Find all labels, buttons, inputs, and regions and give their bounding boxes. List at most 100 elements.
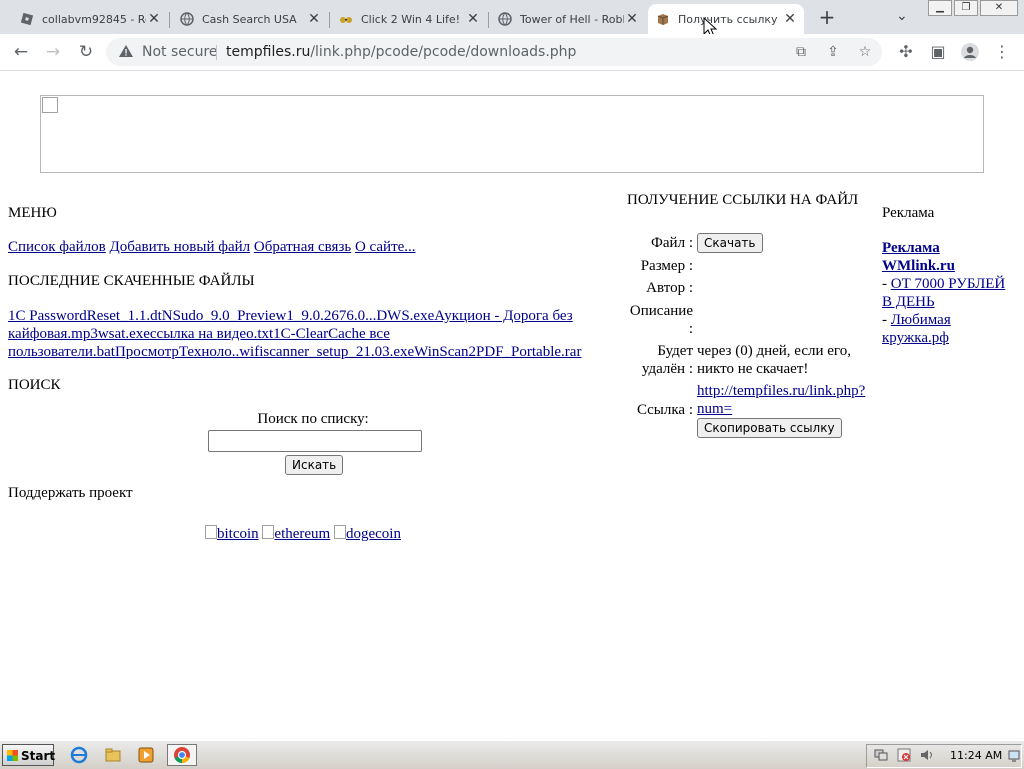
- ad-link-mug[interactable]: Любимая кружка.рф: [882, 312, 951, 346]
- close-icon[interactable]: ✕: [465, 11, 481, 27]
- security-alert-icon[interactable]: [897, 747, 911, 762]
- restore-button[interactable]: ❐: [954, 0, 978, 16]
- description-label: Описание:: [626, 302, 693, 338]
- folder-icon[interactable]: [104, 746, 122, 764]
- dogecoin-link[interactable]: dogecoin: [333, 525, 401, 542]
- globe-icon: [180, 12, 194, 26]
- ethereum-link[interactable]: ethereum: [262, 525, 330, 542]
- ad-link-7000[interactable]: ОТ 7000 РУБЛЕЙ В ДЕНЬ: [882, 276, 1005, 310]
- link-label: Ссылка :: [636, 402, 693, 418]
- box-icon: [656, 12, 670, 26]
- menu-kebab-icon[interactable]: ⋮: [991, 41, 1013, 63]
- copy-link-button[interactable]: Скопировать ссылку: [697, 418, 842, 438]
- wmlink-line: Реклама: [882, 240, 940, 256]
- tab-cash-search[interactable]: Cash Search USA ✕: [172, 4, 328, 34]
- security-label[interactable]: Not secure: [142, 44, 218, 60]
- network-icon[interactable]: [874, 747, 888, 761]
- glasses-icon: [339, 12, 353, 26]
- reload-button[interactable]: ↻: [75, 41, 97, 63]
- show-desktop-icon[interactable]: [1008, 748, 1020, 762]
- file-link-line: num=: [697, 401, 733, 417]
- broken-image-icon: [333, 525, 346, 539]
- volume-icon[interactable]: [920, 747, 934, 761]
- browser-toolbar: ← → ↻ Not secure tempfiles.ru/link.php/p…: [0, 34, 1024, 71]
- share-icon[interactable]: ⇪: [824, 43, 842, 61]
- delete-value-line: никто не скачает!: [697, 361, 809, 377]
- back-button[interactable]: ←: [10, 41, 32, 63]
- file-label: Файл :: [651, 235, 693, 251]
- search-button[interactable]: Искать: [285, 455, 344, 475]
- tab-title: collabvm92845 - Ro: [42, 12, 146, 26]
- url-text[interactable]: tempfiles.ru/link.php/pcode/pcode/downlo…: [226, 44, 576, 60]
- taskbar: Start 11:24 AM: [0, 740, 1024, 769]
- tab-separator: [169, 12, 170, 28]
- search-input[interactable]: [208, 430, 422, 452]
- search-title: ПОИСК: [8, 377, 61, 393]
- start-label: Start: [21, 749, 56, 763]
- chrome-taskbar-button[interactable]: [167, 744, 197, 766]
- close-icon[interactable]: ✕: [306, 11, 322, 27]
- delete-value-line: через (0) дней, если его,: [697, 343, 851, 359]
- link-file-list[interactable]: Список файлов: [8, 239, 106, 255]
- recent-files-line[interactable]: пользователи.batПросмотрТехноло..wifisca…: [8, 344, 581, 360]
- file-link-line: http://tempfiles.ru/link.php?: [697, 383, 866, 399]
- broken-image-icon: [42, 97, 58, 113]
- extensions-icon[interactable]: ✣: [895, 41, 917, 63]
- close-icon[interactable]: ✕: [782, 11, 798, 27]
- globe-icon: [498, 12, 512, 26]
- windows-logo-icon: [7, 750, 18, 761]
- profile-avatar-icon[interactable]: [959, 41, 981, 63]
- internet-explorer-icon[interactable]: [70, 746, 88, 764]
- bookmark-star-icon[interactable]: ☆: [856, 43, 874, 61]
- translate-icon[interactable]: ⧉: [792, 43, 810, 61]
- donation-links: bitcoin ethereum dogecoin: [205, 525, 401, 543]
- tab-search-icon[interactable]: ⌄: [896, 8, 908, 24]
- ad-item: - ОТ 7000 РУБЛЕЙ В ДЕНЬ: [882, 275, 1005, 311]
- broken-image-icon: [205, 525, 217, 539]
- search-label: Поиск по списку:: [257, 411, 369, 427]
- roblox-icon: [20, 12, 34, 26]
- wmlink-ad-link[interactable]: Реклама WMlink.ru: [882, 239, 955, 275]
- link-add-file[interactable]: Добавить новый файл: [109, 239, 250, 255]
- recent-files-line[interactable]: кайфовая.mp3wsat.exeссылка на видео.txt1…: [8, 326, 390, 342]
- ad-dash: -: [882, 312, 887, 328]
- broken-image-icon: [262, 525, 275, 539]
- clock[interactable]: 11:24 AM: [950, 749, 1002, 762]
- address-bar[interactable]: Not secure tempfiles.ru/link.php/pcode/p…: [106, 38, 882, 66]
- warning-icon[interactable]: [118, 43, 134, 59]
- forward-button[interactable]: →: [42, 41, 64, 63]
- ad-item: - Любимая кружка.рф: [882, 311, 951, 347]
- delete-label: Будет удалён :: [626, 342, 693, 378]
- new-tab-button[interactable]: +: [816, 6, 838, 28]
- description-label-line: :: [688, 321, 693, 337]
- url-path: /link.php/pcode/pcode/downloads.php: [310, 44, 577, 60]
- tab-title: Cash Search USA: [202, 12, 297, 26]
- dogecoin-alt: dogecoin: [345, 526, 401, 542]
- ads-title: Реклама: [882, 205, 935, 221]
- close-icon[interactable]: ✕: [624, 11, 640, 27]
- media-player-icon[interactable]: [137, 746, 155, 764]
- link-feedback[interactable]: Обратная связь: [254, 239, 351, 255]
- url-host: tempfiles.ru: [226, 44, 311, 60]
- close-window-button[interactable]: ✕: [980, 0, 1018, 16]
- tab-click2win[interactable]: Click 2 Win 4 Life! ✕: [331, 4, 487, 34]
- tab-poluchit-ssylku[interactable]: Получить ссылку н ✕: [648, 4, 804, 34]
- download-button[interactable]: Скачать: [697, 233, 763, 253]
- file-link[interactable]: http://tempfiles.ru/link.php? num=: [697, 382, 865, 418]
- side-panel-icon[interactable]: ▣: [927, 41, 949, 63]
- close-icon[interactable]: ✕: [146, 11, 162, 27]
- ad-line: Любимая: [890, 312, 951, 328]
- recent-files-line[interactable]: 1C PasswordReset_1.1.dtNSudo_9.0_Preview…: [8, 308, 573, 324]
- banner-image[interactable]: [40, 95, 984, 173]
- bitcoin-link[interactable]: bitcoin: [205, 525, 259, 542]
- recent-files-list: 1C PasswordReset_1.1.dtNSudo_9.0_Preview…: [8, 307, 581, 361]
- minimize-button[interactable]: ▁: [928, 0, 952, 16]
- link-about[interactable]: О сайте...: [355, 239, 416, 255]
- ad-line: кружка.рф: [882, 330, 949, 346]
- start-button[interactable]: Start: [2, 744, 56, 766]
- ad-line: В ДЕНЬ: [882, 294, 935, 310]
- file-section-title: ПОЛУЧЕНИЕ ССЫЛКИ НА ФАЙЛ: [627, 192, 859, 208]
- tab-tower-of-hell[interactable]: Tower of Hell - Robl ✕: [490, 4, 646, 34]
- page-content: МЕНЮ Список файлов Добавить новый файл О…: [0, 71, 1024, 740]
- tab-collabvm[interactable]: collabvm92845 - Ro ✕: [12, 4, 168, 34]
